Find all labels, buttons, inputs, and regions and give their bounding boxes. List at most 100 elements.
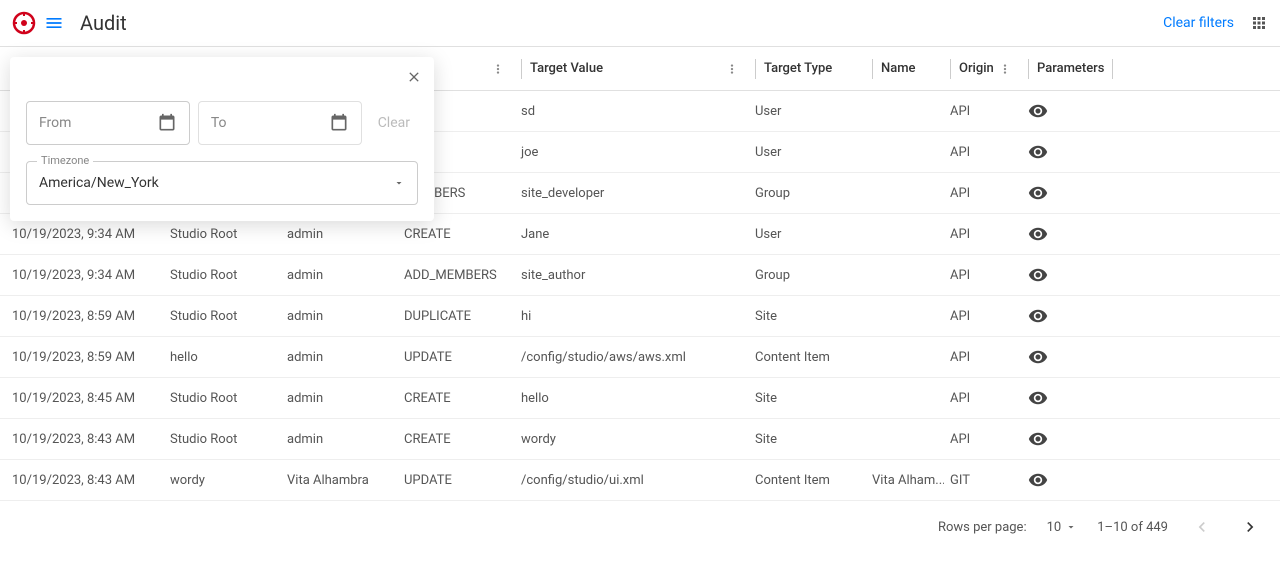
cell-params	[1022, 470, 1100, 490]
cell-operation: CREATE	[398, 432, 515, 447]
cell-target: hello	[515, 391, 749, 406]
cell-site: Studio Root	[164, 391, 281, 406]
cell-origin: GIT	[944, 473, 1022, 488]
cell-operation: CREATE	[398, 227, 515, 242]
cell-target: site_developer	[515, 186, 749, 201]
apps-icon[interactable]	[1250, 14, 1268, 32]
to-date-field[interactable]: To	[198, 101, 362, 145]
cell-operation: ADD_MEMBERS	[398, 268, 515, 283]
cell-username: admin	[281, 391, 398, 406]
cell-origin: API	[944, 350, 1022, 365]
view-params-icon[interactable]	[1028, 265, 1048, 285]
date-filter-popover: From To Clear Timezone America/New_York	[10, 57, 434, 221]
menu-icon[interactable]	[44, 13, 64, 33]
rows-value: 10	[1047, 520, 1062, 535]
from-date-field[interactable]: From	[26, 101, 190, 145]
col-header-params[interactable]: Parameters	[1022, 59, 1100, 79]
cell-targettype: User	[749, 227, 866, 242]
col-header-name[interactable]: Name	[866, 59, 944, 79]
cell-site: wordy	[164, 473, 281, 488]
cell-timestamp: 10/19/2023, 8:43 AM	[6, 432, 164, 447]
col-label: Target Value	[530, 61, 603, 76]
cell-targettype: Site	[749, 432, 866, 447]
from-label: From	[39, 115, 157, 131]
cell-target: site_author	[515, 268, 749, 283]
cell-params	[1022, 183, 1100, 203]
timezone-select[interactable]: Timezone America/New_York	[26, 161, 418, 205]
cell-targettype: Content Item	[749, 473, 866, 488]
view-params-icon[interactable]	[1028, 183, 1048, 203]
cell-name: Vita Alham...	[866, 473, 944, 488]
cell-target: /config/studio/ui.xml	[515, 473, 749, 488]
cell-origin: API	[944, 145, 1022, 160]
calendar-icon[interactable]	[157, 113, 177, 133]
cell-origin: API	[944, 186, 1022, 201]
chevron-down-icon	[393, 177, 405, 189]
rows-per-page-label: Rows per page:	[938, 520, 1027, 535]
table-row: 10/19/2023, 9:34 AMStudio RootadminADD_M…	[0, 255, 1280, 296]
cell-username: admin	[281, 227, 398, 242]
cell-timestamp: 10/19/2023, 8:59 AM	[6, 309, 164, 324]
view-params-icon[interactable]	[1028, 101, 1048, 121]
prev-page-button[interactable]	[1188, 513, 1216, 541]
cell-target: Jane	[515, 227, 749, 242]
cell-origin: API	[944, 268, 1022, 283]
cell-params	[1022, 388, 1100, 408]
column-menu-icon[interactable]	[721, 62, 743, 76]
cell-operation: UPDATE	[398, 350, 515, 365]
cell-target: joe	[515, 145, 749, 160]
page-title: Audit	[80, 11, 1163, 35]
timezone-value: America/New_York	[39, 175, 393, 191]
cell-params	[1022, 306, 1100, 326]
view-params-icon[interactable]	[1028, 388, 1048, 408]
cell-target: sd	[515, 104, 749, 119]
cell-operation: CREATE	[398, 391, 515, 406]
table-row: 10/19/2023, 8:43 AMwordyVita AlhambraUPD…	[0, 460, 1280, 501]
cell-origin: API	[944, 104, 1022, 119]
cell-site: Studio Root	[164, 268, 281, 283]
column-menu-icon[interactable]	[487, 62, 509, 76]
cell-timestamp: 10/19/2023, 9:34 AM	[6, 227, 164, 242]
view-params-icon[interactable]	[1028, 347, 1048, 367]
cell-timestamp: 10/19/2023, 8:43 AM	[6, 473, 164, 488]
cell-targettype: Group	[749, 186, 866, 201]
cell-timestamp: 10/19/2023, 8:45 AM	[6, 391, 164, 406]
cell-origin: API	[944, 227, 1022, 242]
pagination: Rows per page: 10 1–10 of 449	[0, 501, 1280, 553]
col-label: Target Type	[764, 61, 832, 76]
cell-targettype: Site	[749, 391, 866, 406]
cell-targettype: Site	[749, 309, 866, 324]
cell-params	[1022, 142, 1100, 162]
col-header-target[interactable]: Target Value	[515, 59, 749, 79]
cell-params	[1022, 101, 1100, 121]
cell-username: admin	[281, 309, 398, 324]
pagination-range: 1–10 of 449	[1097, 520, 1168, 535]
col-header-origin[interactable]: Origin	[944, 59, 1022, 79]
view-params-icon[interactable]	[1028, 142, 1048, 162]
next-page-button[interactable]	[1236, 513, 1264, 541]
cell-operation: UPDATE	[398, 473, 515, 488]
rows-per-page-select[interactable]: 10	[1047, 520, 1078, 535]
cell-username: Vita Alhambra	[281, 473, 398, 488]
table-row: 10/19/2023, 8:59 AMStudio RootadminDUPLI…	[0, 296, 1280, 337]
view-params-icon[interactable]	[1028, 306, 1048, 326]
cell-params	[1022, 224, 1100, 244]
to-label: To	[211, 115, 329, 131]
clear-filters-link[interactable]: Clear filters	[1163, 15, 1234, 31]
cell-origin: API	[944, 309, 1022, 324]
close-icon[interactable]	[406, 69, 422, 85]
column-menu-icon[interactable]	[994, 62, 1016, 76]
timezone-label: Timezone	[37, 154, 93, 167]
cell-params	[1022, 429, 1100, 449]
view-params-icon[interactable]	[1028, 429, 1048, 449]
cell-site: Studio Root	[164, 432, 281, 447]
crafter-logo	[12, 11, 36, 35]
view-params-icon[interactable]	[1028, 470, 1048, 490]
table-row: 10/19/2023, 8:43 AMStudio RootadminCREAT…	[0, 419, 1280, 460]
view-params-icon[interactable]	[1028, 224, 1048, 244]
col-header-targettype[interactable]: Target Type	[749, 59, 866, 79]
calendar-icon[interactable]	[329, 113, 349, 133]
cell-timestamp: 10/19/2023, 9:34 AM	[6, 268, 164, 283]
cell-target: /config/studio/aws/aws.xml	[515, 350, 749, 365]
cell-target: hi	[515, 309, 749, 324]
